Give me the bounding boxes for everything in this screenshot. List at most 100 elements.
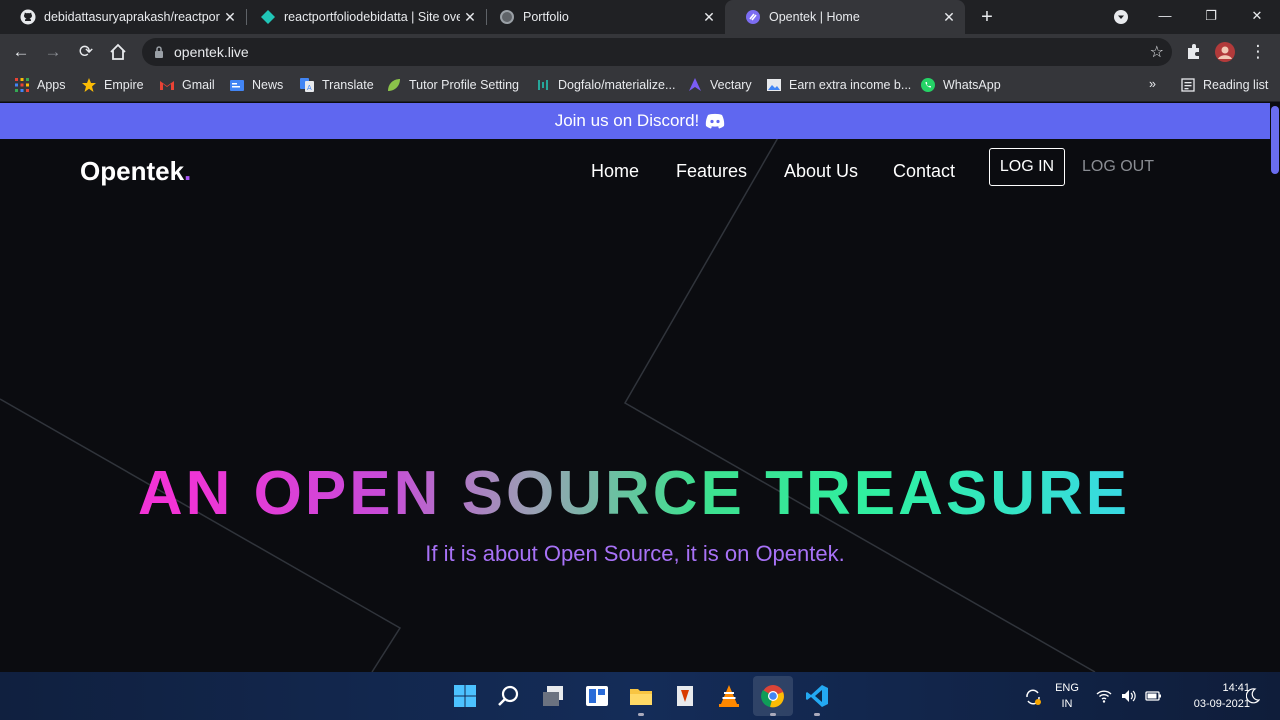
close-tab-icon[interactable]: ✕ [701,9,717,25]
widgets-icon[interactable] [585,684,609,708]
wifi-icon[interactable] [1096,688,1112,704]
bookmark-news[interactable]: News [229,77,283,93]
office-app-icon[interactable] [673,684,697,708]
clock-time[interactable]: 14:41 [1200,682,1250,694]
tab-search-icon[interactable] [1113,9,1129,25]
focus-moon-icon[interactable] [1246,688,1260,704]
bookmark-whatsapp[interactable]: WhatsApp [920,77,1001,93]
bookmark-label: Dogfalo/materialize... [558,78,676,92]
bookmark-vectary[interactable]: Vectary [687,77,752,93]
discord-icon [706,113,725,129]
vscode-icon[interactable] [805,684,829,708]
bookmark-label: Empire [104,78,144,92]
bookmark-empire[interactable]: Empire [81,77,144,93]
bookmark-apps[interactable]: Apps [14,77,66,93]
file-explorer-icon[interactable] [629,684,653,708]
logout-button[interactable]: LOG OUT [1082,158,1154,176]
bookmark-label: Vectary [710,78,752,92]
battery-icon[interactable] [1144,688,1162,704]
bookmark-tutor-profile[interactable]: Tutor Profile Setting [386,77,519,93]
forward-arrow-icon[interactable]: → [43,42,63,62]
bookmark-label: Translate [322,78,374,92]
nav-features[interactable]: Features [676,161,747,182]
github-icon [20,9,36,25]
language-indicator-top[interactable]: ENG [1053,682,1081,694]
clock-date[interactable]: 03-09-2021 [1170,698,1250,710]
close-window-icon[interactable]: ✕ [1234,0,1280,34]
tab-title: debidattasuryaprakash/reactport [44,10,220,24]
minimize-icon[interactable]: — [1142,0,1188,34]
close-tab-icon[interactable]: ✕ [941,9,957,25]
language-indicator-bottom[interactable]: IN [1053,698,1081,710]
windows-taskbar: ENG IN 14:41 03-09-2021 [0,672,1280,720]
apps-grid-icon [15,78,29,92]
login-button[interactable]: LOG IN [989,148,1065,186]
vlc-icon[interactable] [717,684,741,708]
search-icon[interactable] [497,684,521,708]
opentek-icon [746,10,760,24]
chrome-icon[interactable] [761,684,785,708]
volume-icon[interactable] [1120,688,1136,704]
browser-tab-github[interactable]: debidattasuryaprakash/reactport ✕ [0,0,246,34]
page-scrollbar[interactable] [1270,103,1280,672]
bookmark-label: WhatsApp [943,78,1001,92]
close-tab-icon[interactable]: ✕ [222,9,238,25]
restore-icon[interactable]: ❐ [1188,0,1234,34]
svg-text:A: A [307,85,312,92]
new-tab-icon[interactable]: + [977,7,997,27]
running-indicator [814,713,820,716]
vectary-icon [689,78,701,91]
reading-list-button[interactable]: Reading list [1180,77,1268,93]
star-icon [82,78,96,92]
running-indicator [638,713,644,716]
browser-tab-strip: debidattasuryaprakash/reactport ✕ reactp… [0,0,1280,34]
more-bookmarks-label: » [1149,77,1156,91]
scrollbar-thumb[interactable] [1271,106,1279,174]
browser-tab-portfolio[interactable]: Portfolio ✕ [479,0,725,34]
nav-about-us[interactable]: About Us [784,161,858,182]
home-icon[interactable] [108,42,128,62]
reload-icon[interactable]: ⟳ [76,42,96,62]
back-arrow-icon[interactable]: ← [11,42,31,62]
leaf-icon [388,79,400,91]
bookmark-translate[interactable]: A Translate [299,77,374,93]
nav-home[interactable]: Home [591,161,639,182]
logo-text: Opentek [80,156,185,186]
task-view-icon[interactable] [541,684,565,708]
bookmark-label: Tutor Profile Setting [409,78,520,92]
web-page: Join us on Discord! Opentek. Home Featur… [0,103,1280,672]
bookmark-materialize[interactable]: Dogfalo/materialize... [535,77,675,93]
gmail-icon [160,81,174,90]
browser-tab-opentek[interactable]: Opentek | Home ✕ [725,0,965,34]
whatsapp-icon [921,78,935,92]
bookmark-earn-income[interactable]: Earn extra income b... [766,77,911,93]
bookmark-label: Earn extra income b... [789,78,912,92]
hero-subtitle: If it is about Open Source, it is on Ope… [425,541,845,566]
windows-start-icon[interactable] [453,684,477,708]
background-decorative-lines [0,103,1096,672]
tab-title: Portfolio [523,10,569,24]
bookmarks-bar: Apps Empire Gmail News A Translate Tutor… [0,70,1280,102]
browser-tab-netlify[interactable]: reactportfoliodebidatta | Site ove ✕ [240,0,486,34]
netlify-icon [261,10,275,24]
more-bookmarks-icon[interactable]: » [1149,77,1156,91]
bookmark-gmail[interactable]: Gmail [159,77,215,93]
sync-icon[interactable] [1024,688,1042,706]
running-indicator [770,713,776,716]
site-logo[interactable]: Opentek. [80,156,191,187]
image-icon [767,79,781,91]
hero-title: AN OPEN SOURCE TREASURE [0,458,1268,529]
browser-menu-icon[interactable]: ⋮ [1248,42,1268,62]
tab-title: reactportfoliodebidatta | Site ove [284,10,460,24]
extensions-puzzle-icon[interactable] [1184,42,1204,62]
nav-contact[interactable]: Contact [893,161,955,182]
address-bar[interactable]: opentek.live ☆ [142,38,1172,66]
profile-avatar[interactable] [1215,42,1235,62]
logo-dot: . [184,156,192,186]
bookmark-star-icon[interactable]: ☆ [1150,42,1164,62]
discord-banner-text: Join us on Discord! [554,111,700,130]
bookmark-label: Gmail [182,78,215,92]
close-tab-icon[interactable]: ✕ [462,9,478,25]
discord-banner[interactable]: Join us on Discord! [0,103,1280,139]
url-text[interactable]: opentek.live [174,44,249,60]
